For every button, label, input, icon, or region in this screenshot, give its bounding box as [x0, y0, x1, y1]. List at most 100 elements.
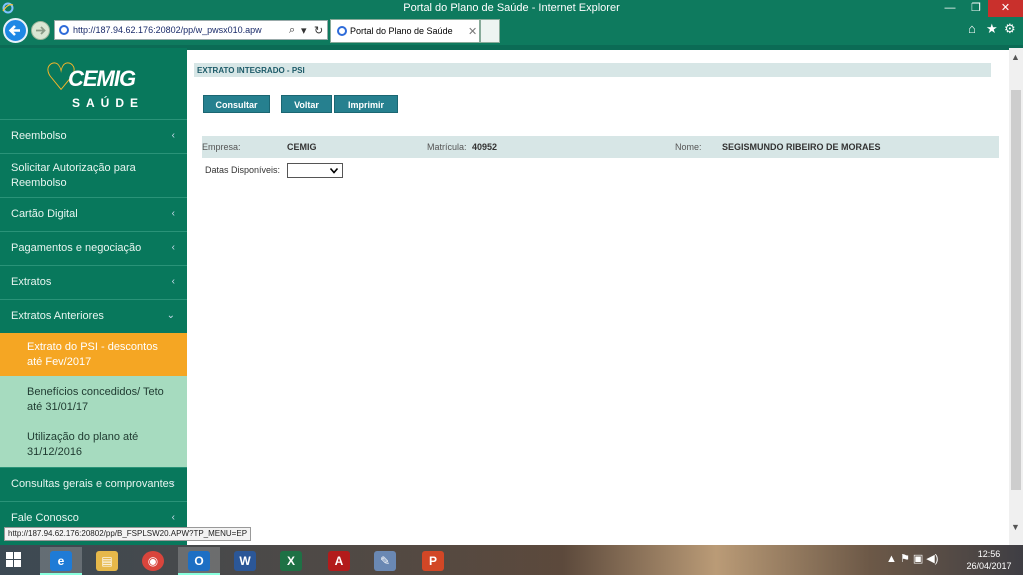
taskbar: e ▤ ◉ O W X A ✎ P ▲ ⚑ ▣ ◀) 12:56 26/04/2… — [0, 545, 1023, 575]
sidebar-item-extratos-anteriores[interactable]: Extratos Anteriores ⌄ — [0, 299, 187, 333]
status-url: http://187.94.62.176:20802/pp/B_FSPLSW20… — [4, 527, 252, 541]
empresa-label: Empresa: — [202, 142, 241, 152]
taskbar-file-explorer[interactable]: ▤ — [86, 547, 128, 575]
sidebar-item-reembolso[interactable]: Reembolso ‹ — [0, 119, 187, 153]
top-strip — [187, 48, 1009, 50]
paint-icon: ✎ — [374, 551, 396, 571]
arrow-left-icon — [8, 25, 20, 36]
refresh-icon[interactable]: ↻ — [314, 24, 323, 37]
browser-toolbar: http://187.94.62.176:20802/pp/w_pwsx010.… — [0, 17, 1023, 45]
taskbar-word[interactable]: W — [224, 547, 266, 575]
folder-icon: ▤ — [96, 551, 118, 571]
globe-icon — [337, 26, 347, 36]
system-tray[interactable]: ▲ ⚑ ▣ ◀) — [886, 552, 938, 565]
sidebar-item-label: Extratos — [11, 276, 52, 288]
taskbar-outlook[interactable]: O — [178, 547, 220, 575]
sidebar-item-cartao-digital[interactable]: Cartão Digital ‹ — [0, 197, 187, 231]
chrome-icon: ◉ — [142, 551, 164, 571]
tab-close-icon[interactable]: ✕ — [468, 25, 477, 38]
windows-start-icon[interactable] — [6, 552, 22, 568]
chevron-left-icon: ‹ — [171, 478, 175, 489]
sidebar-item-label: Benefícios concedidos/ Teto até 31/01/17 — [27, 386, 164, 413]
chevron-left-icon: ‹ — [171, 512, 175, 523]
back-button[interactable] — [3, 18, 28, 43]
page-title: EXTRATO INTEGRADO - PSI — [194, 63, 991, 77]
tab-portal[interactable]: Portal do Plano de Saúde ✕ — [330, 19, 480, 43]
chevron-down-icon: ⌄ — [166, 310, 175, 321]
taskbar-acrobat[interactable]: A — [318, 547, 360, 575]
arrow-right-icon — [36, 26, 46, 35]
sidebar-item-consultas-gerais[interactable]: Consultas gerais e comprovantes ‹ — [0, 467, 187, 501]
sidebar-item-solicitar-autorizacao[interactable]: Solicitar Autorização para Reembolso — [0, 153, 187, 197]
tab-title: Portal do Plano de Saúde — [350, 26, 453, 36]
sidebar-item-label: Reembolso — [11, 130, 67, 142]
taskbar-powerpoint[interactable]: P — [412, 547, 454, 575]
chevron-down-icon — [329, 167, 339, 174]
sidebar-item-label: Consultas gerais e comprovantes — [11, 478, 175, 490]
home-icon[interactable]: ⌂ — [968, 21, 976, 36]
matricula-value: 40952 — [472, 142, 498, 152]
logo-subtitle: SAÚDE — [72, 96, 145, 110]
clock-time: 12:56 — [977, 549, 1001, 559]
sidebar-menu: Reembolso ‹ Solicitar Autorização para R… — [0, 119, 187, 535]
window-titlebar: Portal do Plano de Saúde - Internet Expl… — [0, 0, 1023, 17]
taskbar-excel[interactable]: X — [270, 547, 312, 575]
beneficiary-info: Empresa: CEMIG Matrícula: 40952 Nome: SE… — [202, 136, 999, 158]
imprimir-button[interactable]: Imprimir — [334, 95, 398, 113]
sidebar-item-label: Cartão Digital — [11, 208, 78, 220]
search-icon[interactable]: ⌕ — [289, 24, 295, 37]
word-icon: W — [234, 551, 256, 571]
new-tab-button[interactable] — [480, 19, 500, 43]
sidebar-item-pagamentos[interactable]: Pagamentos e negociação ‹ — [0, 231, 187, 265]
taskbar-chrome[interactable]: ◉ — [132, 547, 174, 575]
sidebar-item-label: Pagamentos e negociação — [11, 242, 142, 254]
empresa-value: CEMIG — [287, 142, 317, 152]
acrobat-icon: A — [328, 551, 350, 571]
nome-value: SEGISMUNDO RIBEIRO DE MORAES — [722, 142, 881, 152]
chevron-left-icon: ‹ — [171, 130, 175, 141]
chevron-left-icon: ‹ — [171, 276, 175, 287]
logo-brand: CEMIG — [68, 66, 136, 91]
clock-date: 26/04/2017 — [966, 561, 1012, 571]
datas-select[interactable] — [287, 163, 343, 178]
main-content: EXTRATO INTEGRADO - PSI Consultar Voltar… — [187, 48, 1009, 545]
cemig-saude-logo[interactable]: ♡ CEMIG SAÚDE — [42, 58, 152, 113]
voltar-button[interactable]: Voltar — [281, 95, 332, 113]
taskbar-ie[interactable]: e — [40, 547, 82, 575]
nome-label: Nome: — [675, 142, 702, 152]
outlook-icon: O — [188, 551, 210, 571]
globe-icon — [59, 25, 69, 35]
scroll-down-icon[interactable]: ▼ — [1011, 522, 1020, 532]
sidebar-item-label: Fale Conosco — [11, 512, 79, 524]
dropdown-icon[interactable]: ▾ — [301, 24, 307, 37]
sidebar-subitem-beneficios[interactable]: Benefícios concedidos/ Teto até 31/01/17 — [0, 376, 187, 421]
consultar-button[interactable]: Consultar — [203, 95, 270, 113]
window-title: Portal do Plano de Saúde - Internet Expl… — [403, 2, 620, 14]
minimize-button[interactable]: — — [936, 0, 964, 17]
close-button[interactable]: ✕ — [988, 0, 1023, 17]
sidebar-item-label: Utilização do plano até 31/12/2016 — [27, 431, 139, 458]
scroll-up-icon[interactable]: ▲ — [1011, 52, 1020, 62]
sidebar-subitem-extrato-psi[interactable]: Extrato do PSI - descontos até Fev/2017 — [0, 333, 187, 376]
forward-button[interactable] — [31, 21, 50, 40]
sidebar-item-label: Extratos Anteriores — [11, 310, 104, 322]
taskbar-paint[interactable]: ✎ — [364, 547, 406, 575]
favorites-icon[interactable]: ★ — [986, 21, 998, 37]
sidebar-item-label: Extrato do PSI - descontos até Fev/2017 — [27, 341, 158, 368]
url-text: http://187.94.62.176:20802/pp/w_pwsx010.… — [73, 25, 262, 35]
taskbar-clock[interactable]: 12:56 26/04/2017 — [958, 548, 1020, 572]
chevron-left-icon: ‹ — [171, 208, 175, 219]
sidebar: ♡ CEMIG SAÚDE Reembolso ‹ Solicitar Auto… — [0, 48, 187, 545]
ie-icon: e — [50, 551, 72, 571]
address-bar[interactable]: http://187.94.62.176:20802/pp/w_pwsx010.… — [54, 20, 328, 40]
excel-icon: X — [280, 551, 302, 571]
settings-icon[interactable]: ⚙ — [1004, 21, 1016, 37]
sidebar-subitem-utilizacao[interactable]: Utilização do plano até 31/12/2016 — [0, 421, 187, 467]
maximize-button[interactable]: ❐ — [962, 0, 990, 17]
powerpoint-icon: P — [422, 551, 444, 571]
vertical-scrollbar[interactable]: ▲ ▼ — [1009, 48, 1023, 545]
scroll-thumb[interactable] — [1011, 90, 1021, 490]
sidebar-item-extratos[interactable]: Extratos ‹ — [0, 265, 187, 299]
chevron-left-icon: ‹ — [171, 242, 175, 253]
matricula-label: Matrícula: — [427, 142, 467, 152]
